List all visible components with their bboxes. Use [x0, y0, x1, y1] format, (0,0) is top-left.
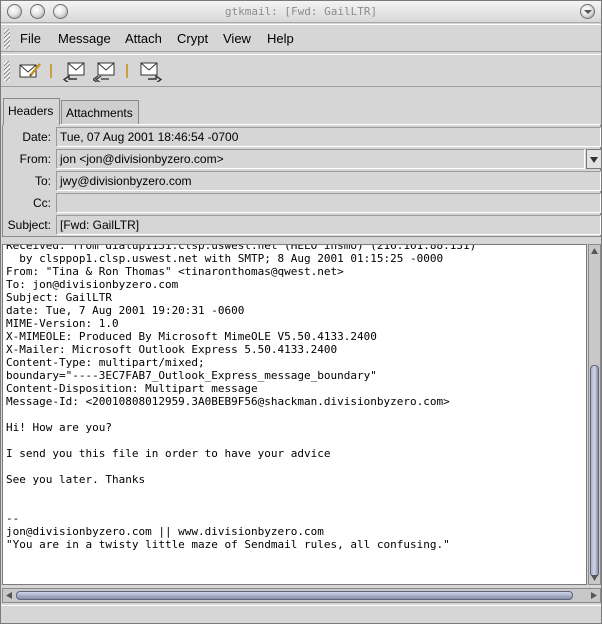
- menu-help[interactable]: Help: [267, 31, 294, 46]
- menubar-grip-icon[interactable]: [4, 29, 10, 49]
- title-bar[interactable]: gtkmail: [Fwd: GailLTR]: [1, 1, 601, 23]
- toolbar: [1, 54, 601, 87]
- date-label: Date:: [22, 130, 51, 144]
- scroll-down-arrow-icon[interactable]: [589, 572, 600, 584]
- reply-all-icon[interactable]: [91, 60, 117, 84]
- date-row: Date: Tue, 07 Aug 2001 18:46:54 -0700: [7, 127, 601, 147]
- scroll-left-arrow-icon[interactable]: [4, 590, 14, 601]
- from-row: From: jon <jon@divisionbyzero.com>: [7, 149, 602, 169]
- to-row: To: jwy@divisionbyzero.com: [7, 171, 601, 191]
- to-field[interactable]: jwy@divisionbyzero.com: [56, 171, 601, 191]
- compose-icon[interactable]: [18, 60, 42, 82]
- forward-icon[interactable]: [139, 60, 163, 84]
- toolbar-separator: [126, 64, 128, 78]
- from-dropdown-icon[interactable]: [586, 149, 602, 169]
- cc-row: Cc:: [7, 193, 601, 213]
- subject-row: Subject: [Fwd: GailLTR]: [7, 215, 601, 235]
- scroll-up-arrow-icon[interactable]: [589, 245, 600, 257]
- horizontal-scrollbar[interactable]: [2, 588, 601, 603]
- message-body-text[interactable]: Received: from dialup1131.clsp.uswest.ne…: [6, 245, 476, 551]
- menu-file[interactable]: File: [20, 31, 41, 46]
- headers-panel: Date: Tue, 07 Aug 2001 18:46:54 -0700 Fr…: [2, 124, 602, 237]
- gtkmail-window: gtkmail: [Fwd: GailLTR] File Message Att…: [0, 0, 602, 624]
- reply-icon[interactable]: [62, 60, 87, 84]
- cc-field[interactable]: [56, 193, 601, 213]
- from-label: From:: [19, 152, 51, 166]
- tab-headers[interactable]: Headers: [3, 98, 60, 125]
- toolbar-grip-icon[interactable]: [4, 61, 10, 81]
- message-body-area[interactable]: Received: from dialup1131.clsp.uswest.ne…: [2, 244, 587, 585]
- scroll-right-arrow-icon[interactable]: [589, 590, 599, 601]
- toolbar-separator: [50, 64, 52, 78]
- cc-label: Cc:: [33, 196, 51, 210]
- vertical-scrollbar[interactable]: [588, 244, 601, 585]
- from-field[interactable]: jon <jon@divisionbyzero.com>: [56, 149, 585, 169]
- window-menu-icon[interactable]: [580, 4, 595, 19]
- menu-bar: File Message Attach Crypt View Help: [1, 24, 601, 52]
- subject-field[interactable]: [Fwd: GailLTR]: [56, 215, 601, 235]
- tab-attachments[interactable]: Attachments: [61, 100, 139, 124]
- menu-crypt[interactable]: Crypt: [177, 31, 208, 46]
- status-bar: [1, 605, 601, 623]
- window-title: gtkmail: [Fwd: GailLTR]: [224, 5, 378, 18]
- to-label: To:: [34, 174, 51, 188]
- subject-label: Subject:: [7, 218, 51, 232]
- menu-message[interactable]: Message: [58, 31, 111, 46]
- horizontal-scroll-thumb[interactable]: [16, 591, 573, 600]
- date-field[interactable]: Tue, 07 Aug 2001 18:46:54 -0700: [56, 127, 601, 147]
- menu-attach[interactable]: Attach: [125, 31, 162, 46]
- menu-view[interactable]: View: [223, 31, 251, 46]
- vertical-scroll-thumb[interactable]: [590, 365, 599, 577]
